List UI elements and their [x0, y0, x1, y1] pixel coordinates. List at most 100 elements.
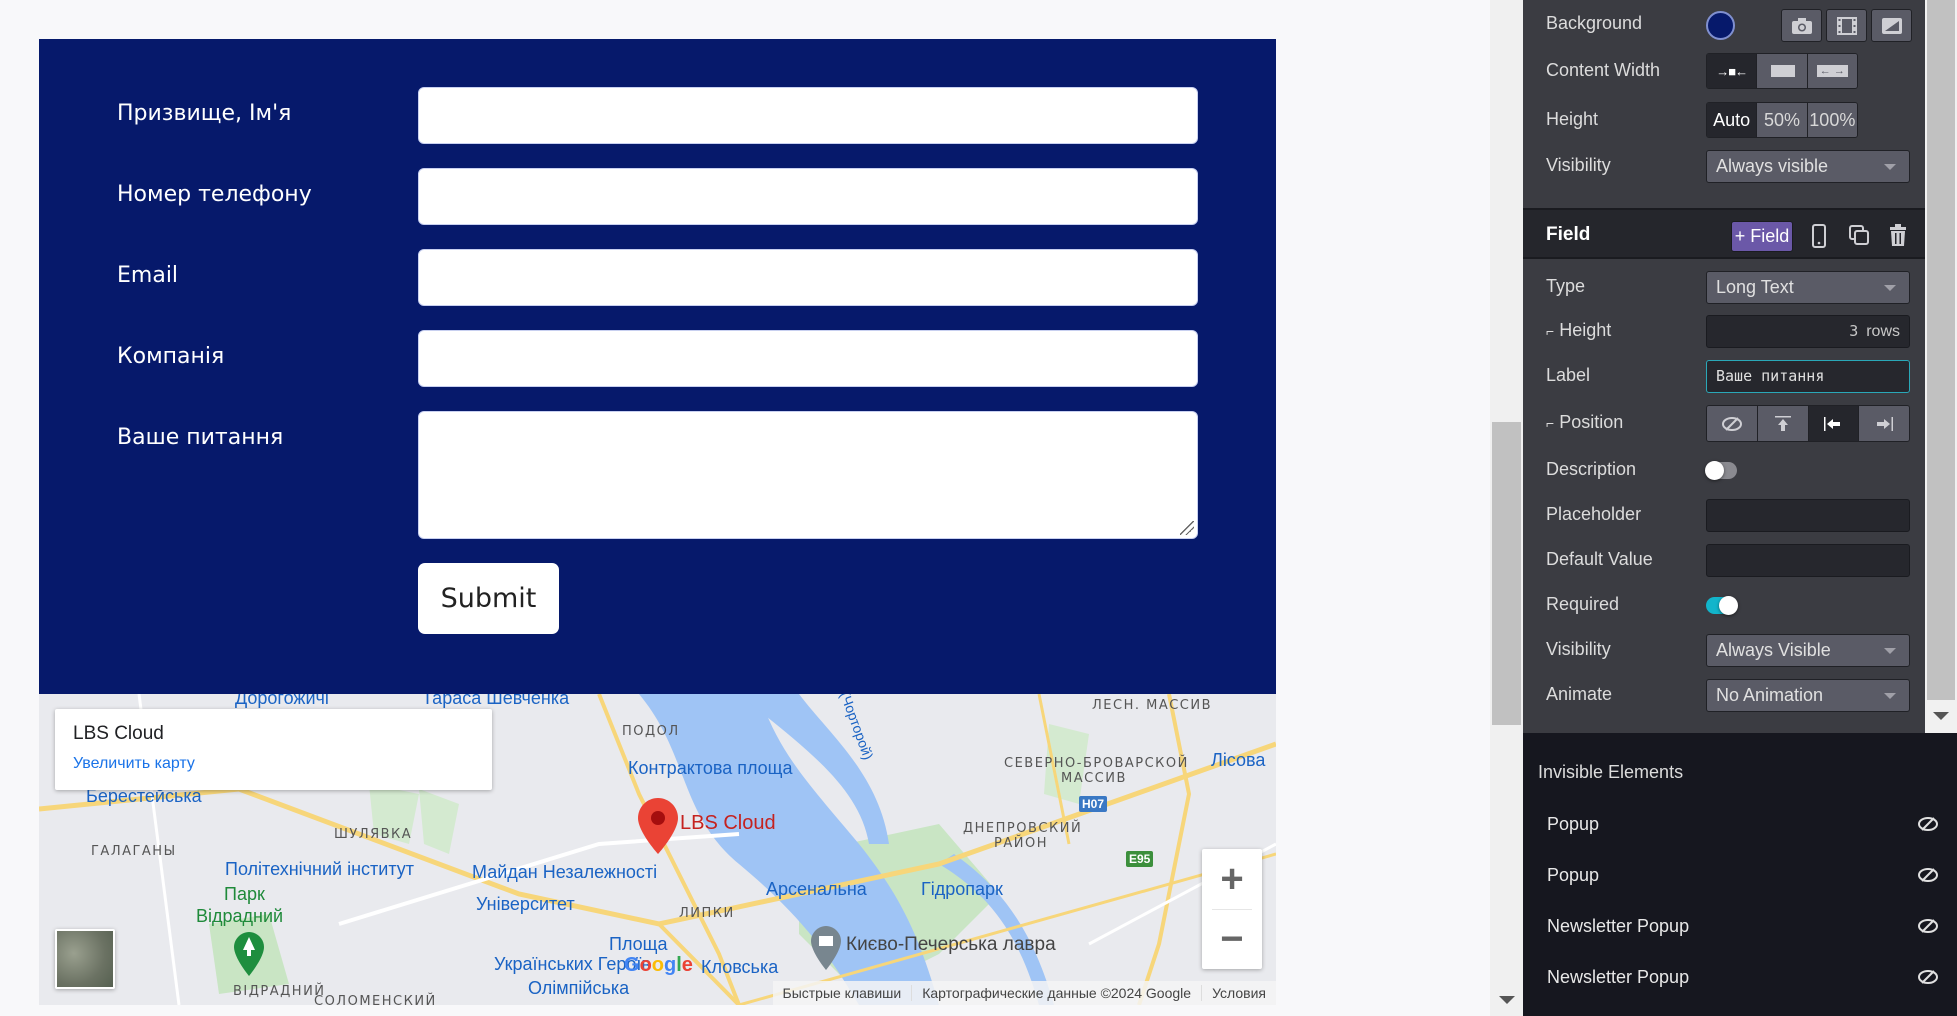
map-shield-e95: E95	[1126, 851, 1154, 867]
field-visibility-select[interactable]: Always Visible	[1706, 634, 1910, 667]
invisible-element-label: Popup	[1547, 865, 1600, 885]
background-video-button[interactable]	[1826, 9, 1867, 42]
sub-property-icon: ⌐	[1546, 415, 1555, 431]
submit-button[interactable]: Submit	[418, 563, 559, 634]
satellite-toggle-thumbnail[interactable]	[55, 929, 115, 989]
field-visibility-label: Visibility	[1546, 639, 1611, 659]
position-left-button[interactable]	[1807, 406, 1859, 441]
map-label-hidropark: Гідропарк	[921, 879, 1003, 899]
map-label-maidan: Майдан Незалежності	[472, 862, 658, 882]
height-50-button[interactable]: 50%	[1756, 103, 1807, 137]
chevron-down-icon	[1884, 285, 1896, 291]
keyboard-shortcuts-link[interactable]: Быстрые клавиши	[773, 985, 912, 1001]
invisible-element-item[interactable]: Popup	[1523, 805, 1957, 845]
label-label: Label	[1546, 365, 1591, 385]
invisible-element-label: Newsletter Popup	[1547, 967, 1690, 987]
map-label-solomenskyi: СОЛОМЕНСКИЙ	[314, 994, 437, 1005]
map-label-arsenalna: Арсенальна	[766, 879, 867, 899]
height-auto-button[interactable]: Auto	[1707, 103, 1757, 137]
height-group: Auto 50% 100%	[1706, 102, 1858, 138]
map-label-dnipro-1: ДНЕПРОВСКИЙ	[963, 821, 1083, 836]
map-road-4	[1137, 694, 1192, 1005]
invisible-element-item[interactable]: Newsletter Popup	[1523, 958, 1957, 998]
required-toggle[interactable]	[1706, 596, 1738, 615]
default-value-label: Default Value	[1546, 549, 1653, 569]
mobile-icon[interactable]	[1807, 223, 1831, 249]
field-visibility-value: Always Visible	[1716, 640, 1831, 660]
company-input[interactable]	[418, 330, 1198, 387]
position-hidden-button[interactable]	[1707, 406, 1757, 441]
align-top-icon	[1774, 415, 1791, 431]
trash-icon[interactable]	[1886, 223, 1910, 249]
map-label-lypky: ЛИПКИ	[679, 906, 735, 921]
map-info-card: LBS Cloud Увеличить карту	[55, 709, 492, 790]
background-image-button[interactable]	[1781, 9, 1822, 42]
zoom-in-button[interactable]: +	[1202, 849, 1262, 909]
align-right-icon	[1877, 416, 1894, 431]
duplicate-icon[interactable]	[1847, 223, 1871, 249]
background-color-swatch[interactable]	[1706, 11, 1735, 40]
map-park-2	[419, 789, 459, 854]
content-width-wide-button[interactable]	[1756, 54, 1807, 88]
chevron-down-icon	[1884, 648, 1896, 654]
map-label-dorohozhychi: Дорогожичі	[235, 694, 329, 708]
add-field-button[interactable]: + Field	[1731, 221, 1793, 252]
panel-scroll-down-arrow-icon[interactable]	[1933, 712, 1949, 720]
content-width-group: →■← ← →	[1706, 53, 1858, 89]
height-100-button[interactable]: 100%	[1806, 103, 1857, 137]
content-width-label: Content Width	[1546, 60, 1661, 80]
phone-input[interactable]	[418, 168, 1198, 225]
eye-slash-icon[interactable]	[1918, 817, 1938, 831]
map-label-kontraktova: Контрактова площа	[628, 758, 793, 778]
content-width-full-button[interactable]: ← →	[1806, 54, 1857, 88]
eye-slash-icon[interactable]	[1918, 919, 1938, 933]
panel-scrollbar-thumb[interactable]	[1927, 0, 1955, 700]
sub-property-icon: ⌐	[1546, 323, 1555, 339]
map-label-lavra: Києво-Печерська лавра	[846, 934, 1056, 955]
field-label-email: Email	[117, 263, 179, 288]
invisible-elements-title: Invisible Elements	[1538, 762, 1684, 782]
page-scrollbar-thumb[interactable]	[1492, 422, 1521, 725]
map-shield-h07: H07	[1079, 796, 1108, 812]
invisible-element-label: Popup	[1547, 814, 1600, 834]
position-top-button[interactable]	[1756, 406, 1808, 441]
placeholder-input[interactable]	[1706, 499, 1910, 532]
section-visibility-select[interactable]: Always visible	[1706, 150, 1910, 183]
email-input[interactable]	[418, 249, 1198, 306]
map-label-halahany: ГАЛАГАНЫ	[91, 844, 177, 859]
position-right-button[interactable]	[1858, 406, 1909, 441]
type-select[interactable]: Long Text	[1706, 271, 1910, 304]
field-height-input[interactable]: 3 rows	[1706, 315, 1910, 348]
invisible-element-item[interactable]: Popup	[1523, 856, 1957, 896]
page-scrollbar[interactable]	[1490, 0, 1523, 1016]
enlarge-map-link[interactable]: Увеличить карту	[73, 755, 195, 773]
resize-grip-icon[interactable]	[1180, 521, 1194, 535]
eye-slash-icon[interactable]	[1918, 970, 1938, 984]
map-label-universytet: Університет	[476, 894, 575, 914]
label-input[interactable]: Ваше питання	[1706, 360, 1910, 393]
terms-link[interactable]: Условия	[1201, 985, 1276, 1001]
section-visibility-value: Always visible	[1716, 156, 1829, 176]
chevron-down-icon	[1884, 164, 1896, 170]
animate-select[interactable]: No Animation	[1706, 679, 1910, 712]
map-label-sev-brovar-1: СЕВЕРНО-БРОВАРСКОЙ	[1004, 756, 1189, 771]
zoom-out-button[interactable]: −	[1202, 909, 1262, 969]
google-map[interactable]: Дорогожичі Тараса Шевченка ПОДОЛ Контрак…	[39, 694, 1276, 1005]
map-label-sev-brovar-2: МАССИВ	[1061, 771, 1127, 786]
question-textarea[interactable]	[418, 411, 1198, 539]
scroll-down-arrow-icon[interactable]	[1499, 996, 1515, 1004]
name-input[interactable]	[418, 87, 1198, 144]
background-gradient-button[interactable]	[1871, 9, 1912, 42]
map-label-park-2: Відрадний	[196, 906, 284, 926]
eye-slash-icon[interactable]	[1918, 868, 1938, 882]
map-marker-icon[interactable]	[638, 798, 678, 854]
content-width-narrow-button[interactable]: →■←	[1707, 54, 1757, 88]
default-value-input[interactable]	[1706, 544, 1910, 577]
invisible-element-item[interactable]: Newsletter Popup	[1523, 907, 1957, 947]
field-height-rows-unit: rows	[1866, 323, 1900, 340]
required-label: Required	[1546, 594, 1620, 614]
description-toggle[interactable]	[1705, 461, 1737, 480]
panel-scrollbar[interactable]	[1925, 0, 1957, 733]
full-width-icon: ← →	[1816, 65, 1848, 77]
position-label: ⌐ Position	[1546, 412, 1623, 433]
